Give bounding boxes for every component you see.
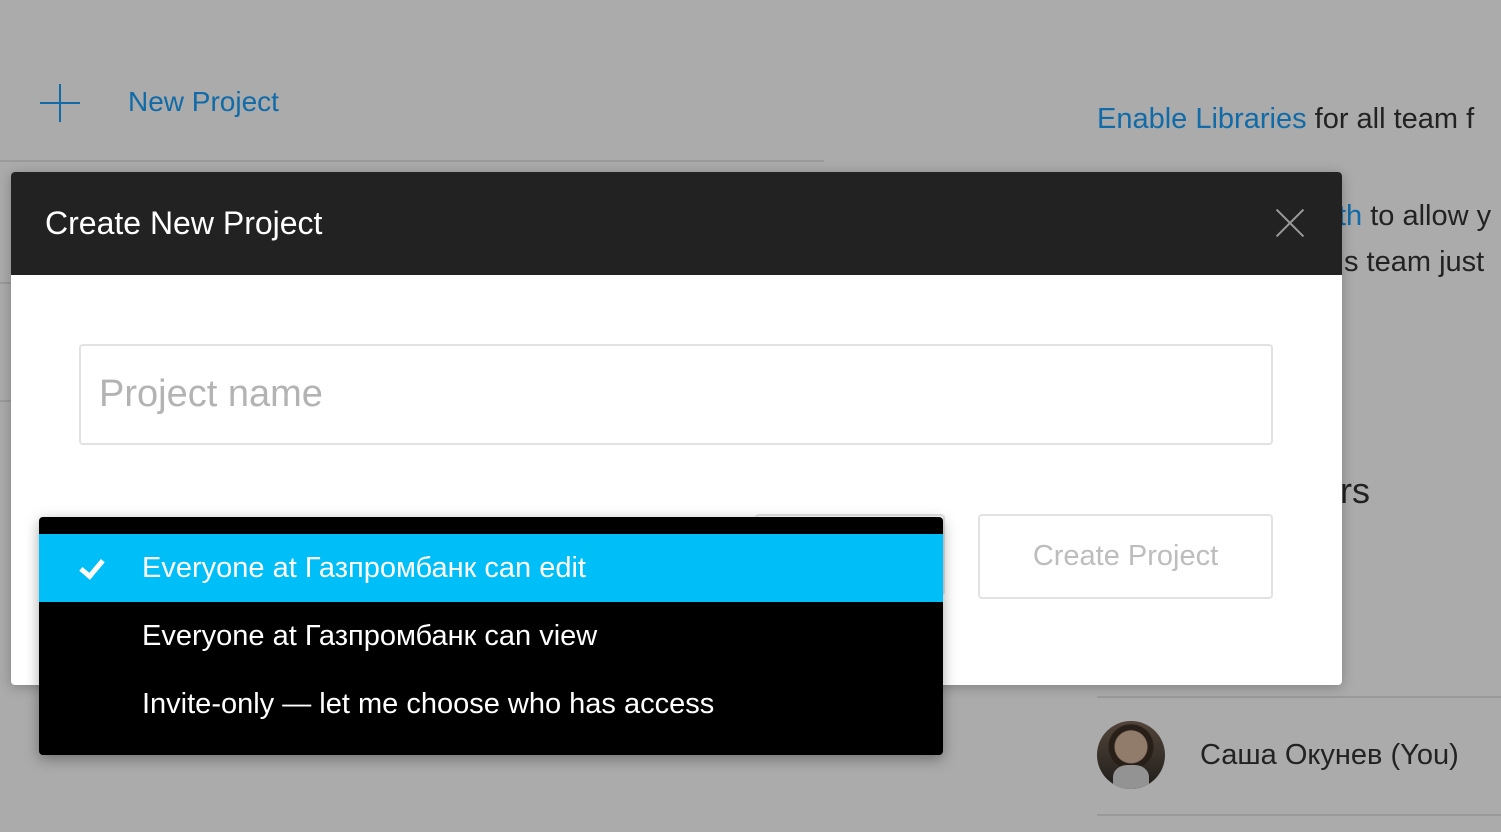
modal-title: Create New Project	[45, 205, 323, 241]
permission-option-label: Everyone at Газпромбанк can view	[142, 619, 598, 652]
create-project-button[interactable]: Create Project	[978, 514, 1273, 599]
permission-option-view[interactable]: Everyone at Газпромбанк can view	[39, 602, 943, 670]
close-icon[interactable]	[1274, 207, 1306, 239]
permission-option-invite-only[interactable]: Invite-only — let me choose who has acce…	[39, 670, 943, 738]
project-name-input[interactable]	[79, 344, 1273, 445]
permission-option-label: Everyone at Газпромбанк can edit	[142, 551, 586, 584]
permission-option-label: Invite-only — let me choose who has acce…	[142, 687, 715, 720]
permissions-dropdown: Everyone at Газпромбанк can edit Everyon…	[39, 517, 943, 755]
modal-header: Create New Project	[11, 172, 1342, 275]
checkmark-icon	[77, 558, 101, 578]
permission-option-edit[interactable]: Everyone at Газпромбанк can edit	[39, 534, 943, 602]
